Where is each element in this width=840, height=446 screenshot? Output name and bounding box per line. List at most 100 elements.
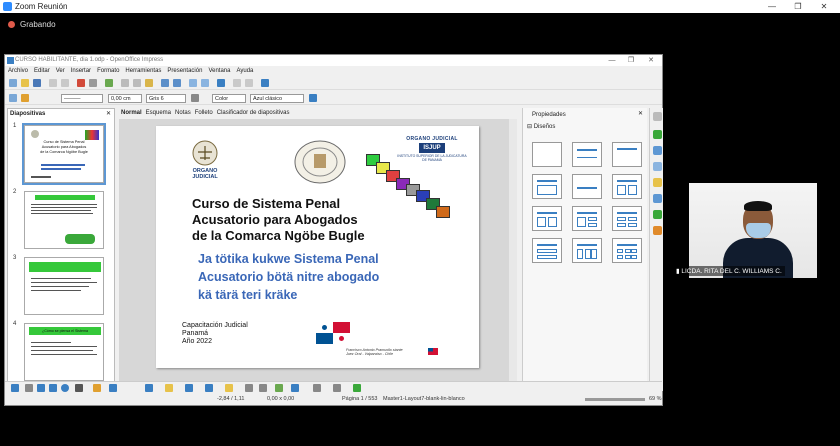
connector-tool-icon[interactable] bbox=[109, 384, 117, 392]
table-icon[interactable] bbox=[201, 79, 209, 87]
properties-close-icon[interactable]: ✕ bbox=[638, 110, 643, 117]
slide-title-spanish: Curso de Sistema Penal Acusatorio para A… bbox=[192, 196, 365, 244]
symbol-shapes-icon[interactable] bbox=[165, 384, 173, 392]
layout-vertical-title[interactable] bbox=[572, 238, 602, 263]
participant-video[interactable] bbox=[689, 183, 817, 278]
tab-clasificador[interactable]: Clasificador de diapositivas bbox=[215, 108, 292, 119]
layout-title-content-2[interactable] bbox=[532, 174, 562, 199]
zoom-slider[interactable] bbox=[585, 398, 645, 401]
rotate-icon[interactable] bbox=[291, 384, 299, 392]
curve-tool-icon[interactable] bbox=[93, 384, 101, 392]
slide-transition-icon[interactable] bbox=[653, 178, 662, 187]
slide-thumbnail-1[interactable]: Curso de Sistema Penal Acusatorio para A… bbox=[22, 123, 106, 185]
slide-thumbnail-3[interactable] bbox=[24, 257, 104, 315]
arrange-icon[interactable] bbox=[333, 384, 341, 392]
line-icon[interactable] bbox=[21, 94, 29, 102]
undo-icon[interactable] bbox=[161, 79, 169, 87]
properties-icon[interactable] bbox=[653, 130, 662, 139]
new-icon[interactable] bbox=[9, 79, 17, 87]
rectangle-tool-icon[interactable] bbox=[49, 384, 57, 392]
tab-normal[interactable]: Normal bbox=[119, 108, 144, 119]
basic-shapes-icon[interactable] bbox=[145, 384, 153, 392]
slide-thumbnail-4[interactable]: ¿Cómo se piensa el Sistema bbox=[24, 323, 104, 381]
menu-item[interactable]: Ventana bbox=[208, 67, 230, 76]
shadow-icon[interactable] bbox=[309, 94, 317, 102]
hyperlink-icon[interactable] bbox=[217, 79, 225, 87]
print-icon[interactable] bbox=[89, 79, 97, 87]
fontwork-icon[interactable] bbox=[259, 384, 267, 392]
layout-four-content[interactable] bbox=[612, 206, 642, 231]
select-icon[interactable] bbox=[11, 384, 19, 392]
impress-minimize-icon[interactable]: — bbox=[603, 55, 621, 66]
menu-item[interactable]: Ver bbox=[56, 67, 65, 76]
paste-icon[interactable] bbox=[145, 79, 153, 87]
line-tool-icon[interactable] bbox=[25, 384, 33, 392]
maximize-icon[interactable]: ❐ bbox=[786, 0, 810, 13]
menu-item[interactable]: Archivo bbox=[8, 67, 28, 76]
impress-maximize-icon[interactable]: ❐ bbox=[622, 55, 640, 66]
points-icon[interactable] bbox=[245, 384, 253, 392]
email-icon[interactable] bbox=[49, 79, 57, 87]
pdf-icon[interactable] bbox=[77, 79, 85, 87]
image-icon[interactable] bbox=[275, 384, 283, 392]
sidebar-menu-icon[interactable] bbox=[653, 112, 662, 121]
fill-icon[interactable] bbox=[191, 94, 199, 102]
menu-item[interactable]: Presentación bbox=[167, 67, 202, 76]
menu-item[interactable]: Editar bbox=[34, 67, 50, 76]
close-icon[interactable]: ✕ bbox=[812, 0, 836, 13]
custom-animation-icon[interactable] bbox=[653, 162, 662, 171]
cut-icon[interactable] bbox=[121, 79, 129, 87]
master-pages-icon[interactable] bbox=[653, 146, 662, 155]
layout-two-content[interactable] bbox=[612, 174, 642, 199]
color-mode-select[interactable]: Color bbox=[212, 94, 246, 103]
spellcheck-icon[interactable] bbox=[105, 79, 113, 87]
menu-item[interactable]: Formato bbox=[97, 67, 119, 76]
callouts-icon[interactable] bbox=[205, 384, 213, 392]
layout-centered-text[interactable] bbox=[572, 174, 602, 199]
layout-blank[interactable] bbox=[532, 142, 562, 167]
navigator-icon[interactable] bbox=[233, 79, 241, 87]
styles-icon[interactable] bbox=[653, 194, 662, 203]
text-tool-icon[interactable] bbox=[75, 384, 83, 392]
layout-title-slide[interactable] bbox=[572, 142, 602, 167]
layouts-section-title[interactable]: ⊟ Diseños bbox=[523, 122, 647, 132]
layout-title-only[interactable] bbox=[532, 206, 562, 231]
tab-folleto[interactable]: Folleto bbox=[193, 108, 215, 119]
arrow-tool-icon[interactable] bbox=[37, 384, 45, 392]
layout-six-content[interactable] bbox=[532, 238, 562, 263]
menu-item[interactable]: Ayuda bbox=[236, 67, 253, 76]
help-icon[interactable] bbox=[261, 79, 269, 87]
slides-pane-close-icon[interactable]: ✕ bbox=[106, 109, 111, 119]
fill-style-select[interactable]: Gris 6 bbox=[146, 94, 186, 103]
layout-title-content[interactable] bbox=[612, 142, 642, 167]
style-icon[interactable] bbox=[9, 94, 17, 102]
align-icon[interactable] bbox=[313, 384, 321, 392]
layout-content-title[interactable] bbox=[572, 206, 602, 231]
line-width-field[interactable]: 0,00 cm bbox=[108, 94, 142, 103]
tab-esquema[interactable]: Esquema bbox=[144, 108, 173, 119]
stars-icon[interactable] bbox=[225, 384, 233, 392]
line-style-select[interactable]: ——— bbox=[61, 94, 103, 103]
block-arrows-icon[interactable] bbox=[185, 384, 193, 392]
menu-item[interactable]: Herramientas bbox=[125, 67, 161, 76]
minimize-icon[interactable]: — bbox=[760, 0, 784, 13]
chart-icon[interactable] bbox=[189, 79, 197, 87]
copy-icon[interactable] bbox=[133, 79, 141, 87]
open-icon[interactable] bbox=[21, 79, 29, 87]
area-color-select[interactable]: Azul clásico bbox=[250, 94, 304, 103]
vertical-scrollbar[interactable] bbox=[509, 119, 517, 391]
ellipse-tool-icon[interactable] bbox=[61, 384, 69, 392]
redo-icon[interactable] bbox=[173, 79, 181, 87]
zoom-icon[interactable] bbox=[245, 79, 253, 87]
impress-close-icon[interactable]: ✕ bbox=[642, 55, 660, 66]
current-slide[interactable]: ORGANO JUDICIAL ORGANO JUDICIAL ISJUP IN… bbox=[156, 126, 479, 368]
extrusion-icon[interactable] bbox=[353, 384, 361, 392]
tab-notas[interactable]: Notas bbox=[173, 108, 193, 119]
navigator-sidebar-icon[interactable] bbox=[653, 226, 662, 235]
slide-thumbnail-2[interactable] bbox=[24, 191, 104, 249]
gallery-icon[interactable] bbox=[653, 210, 662, 219]
edit-icon[interactable] bbox=[61, 79, 69, 87]
save-icon[interactable] bbox=[33, 79, 41, 87]
menu-item[interactable]: Insertar bbox=[71, 67, 91, 76]
layout-vertical-text[interactable] bbox=[612, 238, 642, 263]
